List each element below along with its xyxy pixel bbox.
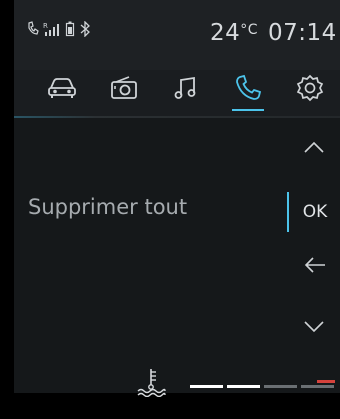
tab-car[interactable] [42, 70, 82, 106]
gauge-segment [227, 385, 260, 388]
back-button[interactable] [295, 247, 335, 287]
gauge-warning-mark [317, 380, 335, 383]
radio-icon [109, 76, 139, 100]
main-panel: R 24°C 07:14 Supprimer tout OK [14, 0, 340, 398]
music-icon [173, 75, 199, 101]
chevron-down-icon [303, 319, 325, 338]
content-area [14, 118, 340, 393]
tab-bar [32, 70, 332, 114]
scroll-up-button[interactable] [294, 128, 334, 168]
screen: R 24°C 07:14 Supprimer tout OK [0, 0, 340, 419]
tab-music[interactable] [166, 70, 206, 106]
status-icons: R [27, 21, 91, 37]
tab-phone[interactable] [228, 70, 268, 111]
chevron-up-icon [303, 139, 325, 158]
settings-icon [296, 74, 324, 102]
ok-button[interactable]: OK [287, 192, 340, 232]
battery-icon [65, 21, 75, 37]
svg-text:R: R [43, 22, 48, 30]
gauge-segment [264, 385, 297, 388]
coolant-temperature-gauge [190, 385, 334, 388]
temperature-unit: °C [240, 22, 259, 38]
gauge-segment [190, 385, 223, 388]
arrow-left-icon [303, 256, 327, 278]
phone-status-icon [27, 21, 39, 37]
status-bar: R 24°C 07:14 [14, 0, 340, 70]
clock: 07:14 [268, 20, 337, 46]
delete-all-option[interactable]: Supprimer tout [28, 195, 187, 219]
phone-icon [234, 74, 262, 102]
tab-radio[interactable] [104, 70, 144, 106]
bluetooth-icon [79, 21, 91, 37]
tab-settings[interactable] [290, 70, 330, 106]
car-icon [46, 76, 78, 100]
gauge-segment [301, 385, 334, 388]
outside-temperature: 24°C [210, 20, 259, 46]
signal-icon: R [43, 21, 61, 37]
coolant-temperature-icon [135, 367, 167, 401]
scroll-down-button[interactable] [294, 308, 334, 348]
